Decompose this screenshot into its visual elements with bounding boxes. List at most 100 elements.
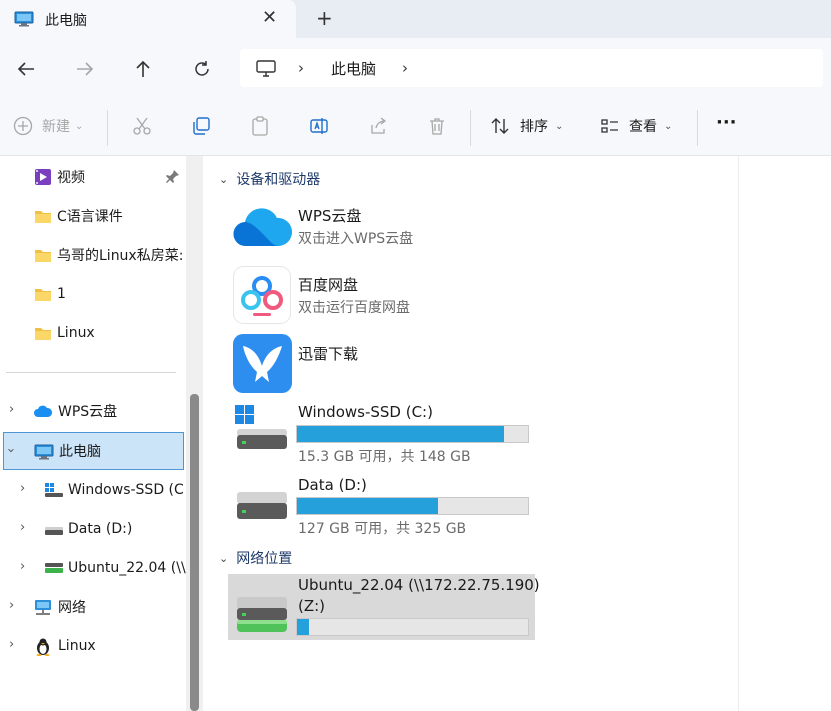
chevron-right-icon[interactable]: › <box>9 598 14 613</box>
sidebar-item-windows-ssd[interactable]: › Windows-SSD (C <box>0 471 186 509</box>
section-header-devices[interactable]: ⌄ 设备和驱动器 <box>219 169 320 189</box>
monitor-icon <box>256 60 276 81</box>
sidebar-item-videos[interactable]: 视频 <box>0 158 186 196</box>
close-tab-button[interactable]: ✕ <box>262 7 277 28</box>
sidebar-item-data-drive[interactable]: › Data (D:) <box>0 510 186 548</box>
divider <box>738 156 739 711</box>
item-name: 百度网盘 <box>298 276 359 294</box>
sidebar-item-label: 此电脑 <box>59 444 101 460</box>
view-icon <box>601 119 618 133</box>
chevron-right-icon[interactable]: › <box>9 637 14 652</box>
chevron-down-icon: ⌄ <box>555 120 564 132</box>
folder-icon <box>34 326 52 345</box>
pin-icon[interactable] <box>166 169 180 187</box>
tab-this-pc[interactable]: 此电脑 ✕ <box>0 0 296 38</box>
copy-button[interactable] <box>191 116 211 136</box>
new-button-label: 新建 <box>42 119 70 135</box>
wps-cloud-icon <box>232 200 293 254</box>
new-tab-button[interactable]: + <box>316 6 333 30</box>
sort-button-label: 排序 <box>520 119 548 135</box>
sidebar-item-network[interactable]: › 网络 <box>0 588 186 626</box>
chevron-right-icon[interactable]: › <box>20 481 25 496</box>
drive-icon <box>234 490 290 526</box>
video-folder-icon <box>34 168 52 190</box>
scrollbar-thumb[interactable] <box>190 394 199 711</box>
item-name: 迅雷下载 <box>298 345 359 363</box>
sidebar-item-label: Data (D:) <box>68 521 133 537</box>
chevron-right-icon[interactable]: › <box>20 520 25 535</box>
plus-circle-icon <box>13 116 33 136</box>
sidebar-item-wps-cloud[interactable]: › WPS云盘 <box>0 392 186 430</box>
network-icon <box>33 599 53 620</box>
back-button[interactable] <box>13 56 39 82</box>
chevron-down-icon: ⌄ <box>219 172 229 186</box>
sidebar-item-c-course[interactable]: C语言课件 <box>0 197 186 235</box>
section-title: 网络位置 <box>236 551 293 567</box>
sidebar-item-linux-folder[interactable]: Linux <box>0 314 186 352</box>
folder-icon <box>34 287 52 306</box>
sidebar-item-label: 乌哥的Linux私房菜: <box>57 248 184 264</box>
sidebar-item-this-pc[interactable]: › 此电脑 <box>3 432 184 470</box>
penguin-icon <box>34 637 52 660</box>
sidebar-item-folder-1[interactable]: 1 <box>0 275 186 313</box>
up-button[interactable] <box>130 56 156 82</box>
drive-usage-fill <box>297 498 438 514</box>
cut-button[interactable] <box>132 116 152 136</box>
more-options-button[interactable]: ··· <box>716 112 737 133</box>
drive-icon <box>44 482 64 502</box>
rename-icon <box>310 118 328 134</box>
chevron-right-icon[interactable]: › <box>298 59 304 77</box>
item-description: 双击运行百度网盘 <box>298 300 410 316</box>
view-button-label: 查看 <box>629 119 657 135</box>
item-description: 双击进入WPS云盘 <box>298 231 414 247</box>
drive-name-letter: (Z:) <box>298 597 326 615</box>
delete-button[interactable] <box>427 116 447 136</box>
tab-title: 此电脑 <box>45 13 87 29</box>
refresh-icon <box>195 61 209 76</box>
drive-free-space: 15.3 GB 可用，共 148 GB <box>298 449 471 465</box>
divider <box>6 372 176 373</box>
forward-button[interactable] <box>72 56 98 82</box>
sidebar-item-label: C语言课件 <box>57 209 123 225</box>
view-button[interactable]: 查看 ⌄ <box>600 116 672 136</box>
trash-icon <box>430 118 444 135</box>
sidebar-item-linux-notes[interactable]: 乌哥的Linux私房菜: <box>0 236 186 274</box>
refresh-button[interactable] <box>189 56 215 82</box>
chevron-right-icon[interactable]: › <box>9 402 14 417</box>
share-button[interactable] <box>368 116 388 136</box>
baidu-netdisk-icon <box>233 266 291 328</box>
drive-usage-fill <box>297 426 505 442</box>
arrow-left-icon <box>17 62 34 76</box>
chevron-right-icon[interactable]: › <box>402 59 408 77</box>
sort-button[interactable]: 排序 ⌄ <box>490 116 563 136</box>
drive-free-space: 127 GB 可用，共 325 GB <box>298 521 467 537</box>
section-header-network[interactable]: ⌄ 网络位置 <box>219 548 292 568</box>
sidebar-item-label: WPS云盘 <box>58 404 118 420</box>
divider <box>470 110 471 146</box>
copy-icon <box>193 117 210 135</box>
drive-icon <box>44 524 64 540</box>
sidebar-item-label: Ubuntu_22.04 (\\ <box>68 560 186 576</box>
clipboard-icon <box>252 116 268 136</box>
chevron-down-icon[interactable]: › <box>3 448 18 453</box>
sidebar-item-label: 视频 <box>57 170 85 186</box>
divider <box>697 110 698 146</box>
chevron-down-icon: ⌄ <box>664 120 673 132</box>
navigation-bar: › 此电脑 › <box>0 38 831 100</box>
arrow-right-icon <box>77 62 94 76</box>
rename-button[interactable] <box>309 116 329 136</box>
breadcrumb-this-pc[interactable]: 此电脑 <box>331 58 376 79</box>
sidebar-item-linux[interactable]: › Linux <box>0 627 186 665</box>
paste-button[interactable] <box>250 116 270 136</box>
drive-name: Data (D:) <box>298 476 367 494</box>
chevron-right-icon[interactable]: › <box>20 559 25 574</box>
sidebar-item-label: 1 <box>57 286 66 302</box>
sidebar-item-label: 网络 <box>58 600 86 616</box>
arrow-up-icon <box>136 60 150 77</box>
new-button[interactable]: 新建 ⌄ <box>13 116 83 136</box>
drive-usage-fill <box>297 619 309 635</box>
command-bar: 新建 ⌄ 排序 ⌄ 查看 ⌄ ··· <box>0 100 831 156</box>
address-bar[interactable]: › 此电脑 › <box>240 49 823 87</box>
sidebar-item-ubuntu-drive[interactable]: › Ubuntu_22.04 (\\ <box>0 549 186 587</box>
drive-name: Ubuntu_22.04 (\\172.22.75.190) <box>298 576 540 594</box>
